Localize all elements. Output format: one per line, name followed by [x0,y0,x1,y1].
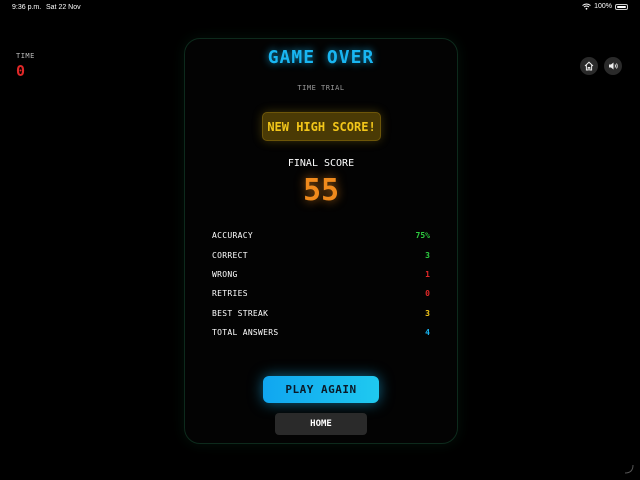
stat-label: TOTAL ANSWERS [212,328,279,338]
stat-row: BEST STREAK 3 [212,304,430,323]
stat-row: RETRIES 0 [212,284,430,303]
timer: TIME 0 [16,52,35,80]
status-indicators: 100% [582,3,628,10]
final-score-label: FINAL SCORE [287,158,355,169]
home-round-button[interactable] [580,57,598,75]
resize-handle-icon [624,464,634,474]
stat-label: CORRECT [212,250,248,260]
stat-value: 4 [425,328,430,338]
status-bar: 9:36 p.m. Sat 22 Nov 100% [0,0,640,14]
top-controls [580,57,622,75]
final-score-value: 55 [302,173,340,208]
stat-row: ACCURACY 75% [212,226,430,245]
status-date: Sat 22 Nov [46,4,81,11]
play-again-button[interactable]: PLAY AGAIN [263,376,379,403]
game-mode: TIME TRIAL [297,84,345,92]
game-over-panel: GAME OVER TIME TRIAL NEW HIGH SCORE! FIN… [184,38,458,444]
stat-value: 1 [425,269,430,279]
timer-label: TIME [16,52,35,60]
home-button[interactable]: HOME [275,413,367,435]
stat-label: WRONG [212,269,238,279]
game-over-title: GAME OVER [267,47,375,68]
high-score-badge: NEW HIGH SCORE! [262,112,381,141]
sound-button[interactable] [604,57,622,75]
stats-list: ACCURACY 75% CORRECT 3 WRONG 1 RETRIES 0… [212,226,430,342]
stat-row: WRONG 1 [212,265,430,284]
stat-value: 75% [415,231,430,241]
stat-value: 3 [425,308,430,318]
stat-label: ACCURACY [212,231,253,241]
stat-row: TOTAL ANSWERS 4 [212,323,430,342]
battery-icon [615,3,628,10]
speaker-icon [608,62,618,70]
home-icon [584,61,594,71]
timer-value: 0 [16,62,26,80]
stat-label: RETRIES [212,289,248,299]
wifi-icon [582,3,591,10]
battery-percent: 100% [594,3,612,10]
stat-value: 0 [425,289,430,299]
status-time: 9:36 p.m. [12,4,42,11]
stat-row: CORRECT 3 [212,245,430,264]
stat-value: 3 [425,250,430,260]
stat-label: BEST STREAK [212,308,269,318]
